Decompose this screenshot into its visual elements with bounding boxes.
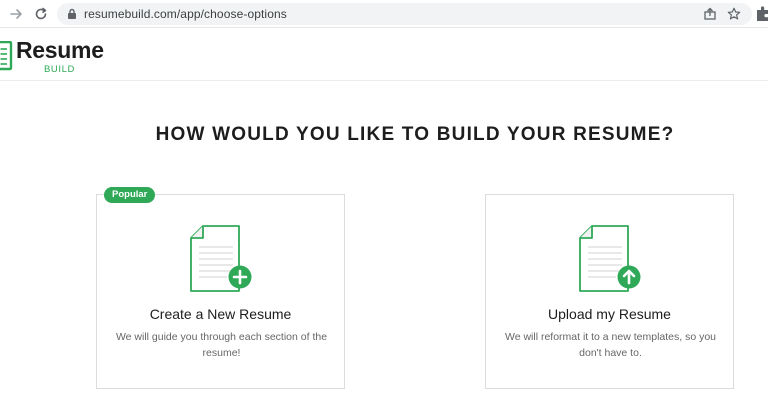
card-title: Upload my Resume — [548, 306, 671, 322]
bookmark-star-icon[interactable] — [726, 6, 742, 22]
logo-document-icon — [0, 41, 13, 71]
logo-subtitle: BUILD — [44, 64, 75, 75]
card-title: Create a New Resume — [149, 306, 292, 322]
share-icon[interactable] — [702, 6, 718, 22]
document-plus-icon — [190, 225, 252, 292]
card-description: We will reformat it to a new templates, … — [504, 331, 717, 359]
resumebuild-logo[interactable]: Resume BUILD — [0, 37, 106, 77]
logo-wordmark: Resume — [16, 37, 104, 63]
forward-button[interactable] — [6, 4, 26, 24]
browser-toolbar: resumebuild.com/app/choose-options — [0, 0, 768, 28]
reload-icon — [35, 7, 47, 20]
upload-resume-card[interactable]: Upload my Resume We will reformat it to … — [485, 194, 734, 389]
arrow-right-icon — [10, 9, 22, 19]
url-text: resumebuild.com/app/choose-options — [84, 7, 287, 21]
card-description: We will guide you through each section o… — [115, 331, 328, 359]
create-new-resume-card[interactable]: Create a New Resume We will guide you th… — [96, 194, 345, 389]
extensions-puzzle-icon[interactable] — [755, 5, 768, 23]
page-title: HOW WOULD YOU LIKE TO BUILD YOUR RESUME? — [155, 124, 675, 145]
address-bar[interactable]: resumebuild.com/app/choose-options — [57, 3, 752, 25]
reload-button[interactable] — [31, 4, 51, 24]
site-header: Resume BUILD — [0, 29, 768, 81]
document-upload-icon — [579, 225, 641, 292]
lock-icon — [66, 8, 78, 20]
popular-badge: Popular — [104, 187, 156, 203]
